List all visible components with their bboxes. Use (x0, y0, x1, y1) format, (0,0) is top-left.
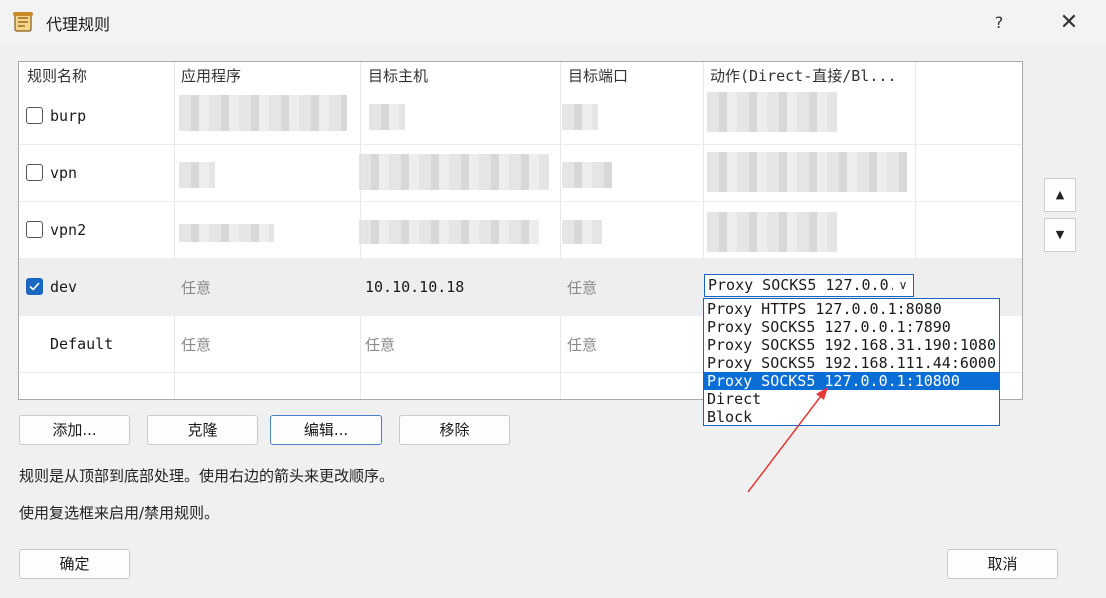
rule-target-port: 任意 (567, 336, 598, 354)
add-button[interactable]: 添加... (19, 415, 130, 445)
chevron-down-icon[interactable]: ∨ (893, 275, 913, 296)
row-divider (19, 144, 1022, 145)
move-down-button[interactable]: ▼ (1044, 218, 1076, 252)
rule-name: vpn2 (50, 221, 87, 239)
rule-enable-checkbox[interactable] (26, 164, 43, 181)
column-header-action[interactable]: 动作(Direct-直接/Bl... (710, 62, 896, 94)
redacted-port (562, 104, 598, 130)
rule-target-host: 10.10.10.18 (365, 278, 465, 296)
dropdown-option[interactable]: Proxy HTTPS 127.0.0.1:8080 (704, 300, 999, 318)
rule-name: vpn (50, 164, 78, 182)
redacted-host (359, 154, 549, 190)
dropdown-option[interactable]: Proxy SOCKS5 192.168.31.190:1080 (704, 336, 999, 354)
checkmark-icon (29, 282, 40, 291)
redacted-action (707, 92, 837, 132)
move-up-button[interactable]: ▲ (1044, 178, 1076, 212)
help-button[interactable]: ? (984, 8, 1014, 38)
dropdown-option[interactable]: Proxy SOCKS5 127.0.0.1:7890 (704, 318, 999, 336)
window-title: 代理规则 (46, 15, 111, 34)
rule-enable-checkbox[interactable] (26, 278, 43, 295)
close-button[interactable]: ✕ (1052, 6, 1086, 40)
rule-target-host: 任意 (365, 336, 396, 354)
annotation-arrow (747, 387, 828, 493)
action-combo[interactable]: Proxy SOCKS5 127.0.0.1:10800 ∨ (704, 274, 914, 297)
row-divider (19, 201, 1022, 202)
clone-button[interactable]: 克隆 (147, 415, 258, 445)
rule-target-port: 任意 (567, 279, 598, 297)
rule-name: burp (50, 107, 87, 125)
info-checkbox-text: 使用复选框来启用/禁用规则。 (19, 504, 220, 522)
column-header-rule-name[interactable]: 规则名称 (27, 62, 87, 94)
ok-button[interactable]: 确定 (19, 549, 130, 579)
rule-name: dev (50, 278, 78, 296)
rule-enable-checkbox[interactable] (26, 107, 43, 124)
redacted-port (562, 162, 612, 188)
rule-application: 任意 (181, 279, 212, 297)
redacted-host (359, 220, 539, 244)
redacted-host (369, 104, 405, 130)
column-header-target-host[interactable]: 目标主机 (368, 62, 428, 94)
rules-app-icon (13, 12, 33, 32)
remove-button[interactable]: 移除 (399, 415, 510, 445)
cancel-button[interactable]: 取消 (947, 549, 1058, 579)
redacted-action (707, 212, 837, 252)
info-order-text: 规则是从顶部到底部处理。使用右边的箭头来更改顺序。 (19, 467, 395, 485)
column-header-target-port[interactable]: 目标端口 (568, 62, 628, 94)
redacted-port (562, 220, 602, 244)
rule-enable-checkbox[interactable] (26, 221, 43, 238)
action-combo-value: Proxy SOCKS5 127.0.0.1:10800 (708, 276, 913, 294)
dropdown-option[interactable]: Proxy SOCKS5 192.168.111.44:6000 (704, 354, 999, 372)
column-divider (174, 62, 175, 399)
rule-application: 任意 (181, 336, 212, 354)
redacted-action (707, 152, 907, 192)
column-divider (560, 62, 561, 399)
redacted-application (179, 224, 274, 242)
rule-name: Default (50, 335, 114, 353)
redacted-application (179, 95, 347, 131)
column-header-application[interactable]: 应用程序 (181, 62, 241, 94)
redacted-application (179, 162, 215, 188)
title-bar: 代理规则 ? ✕ (0, 0, 1106, 46)
edit-button[interactable]: 编辑... (270, 415, 382, 445)
